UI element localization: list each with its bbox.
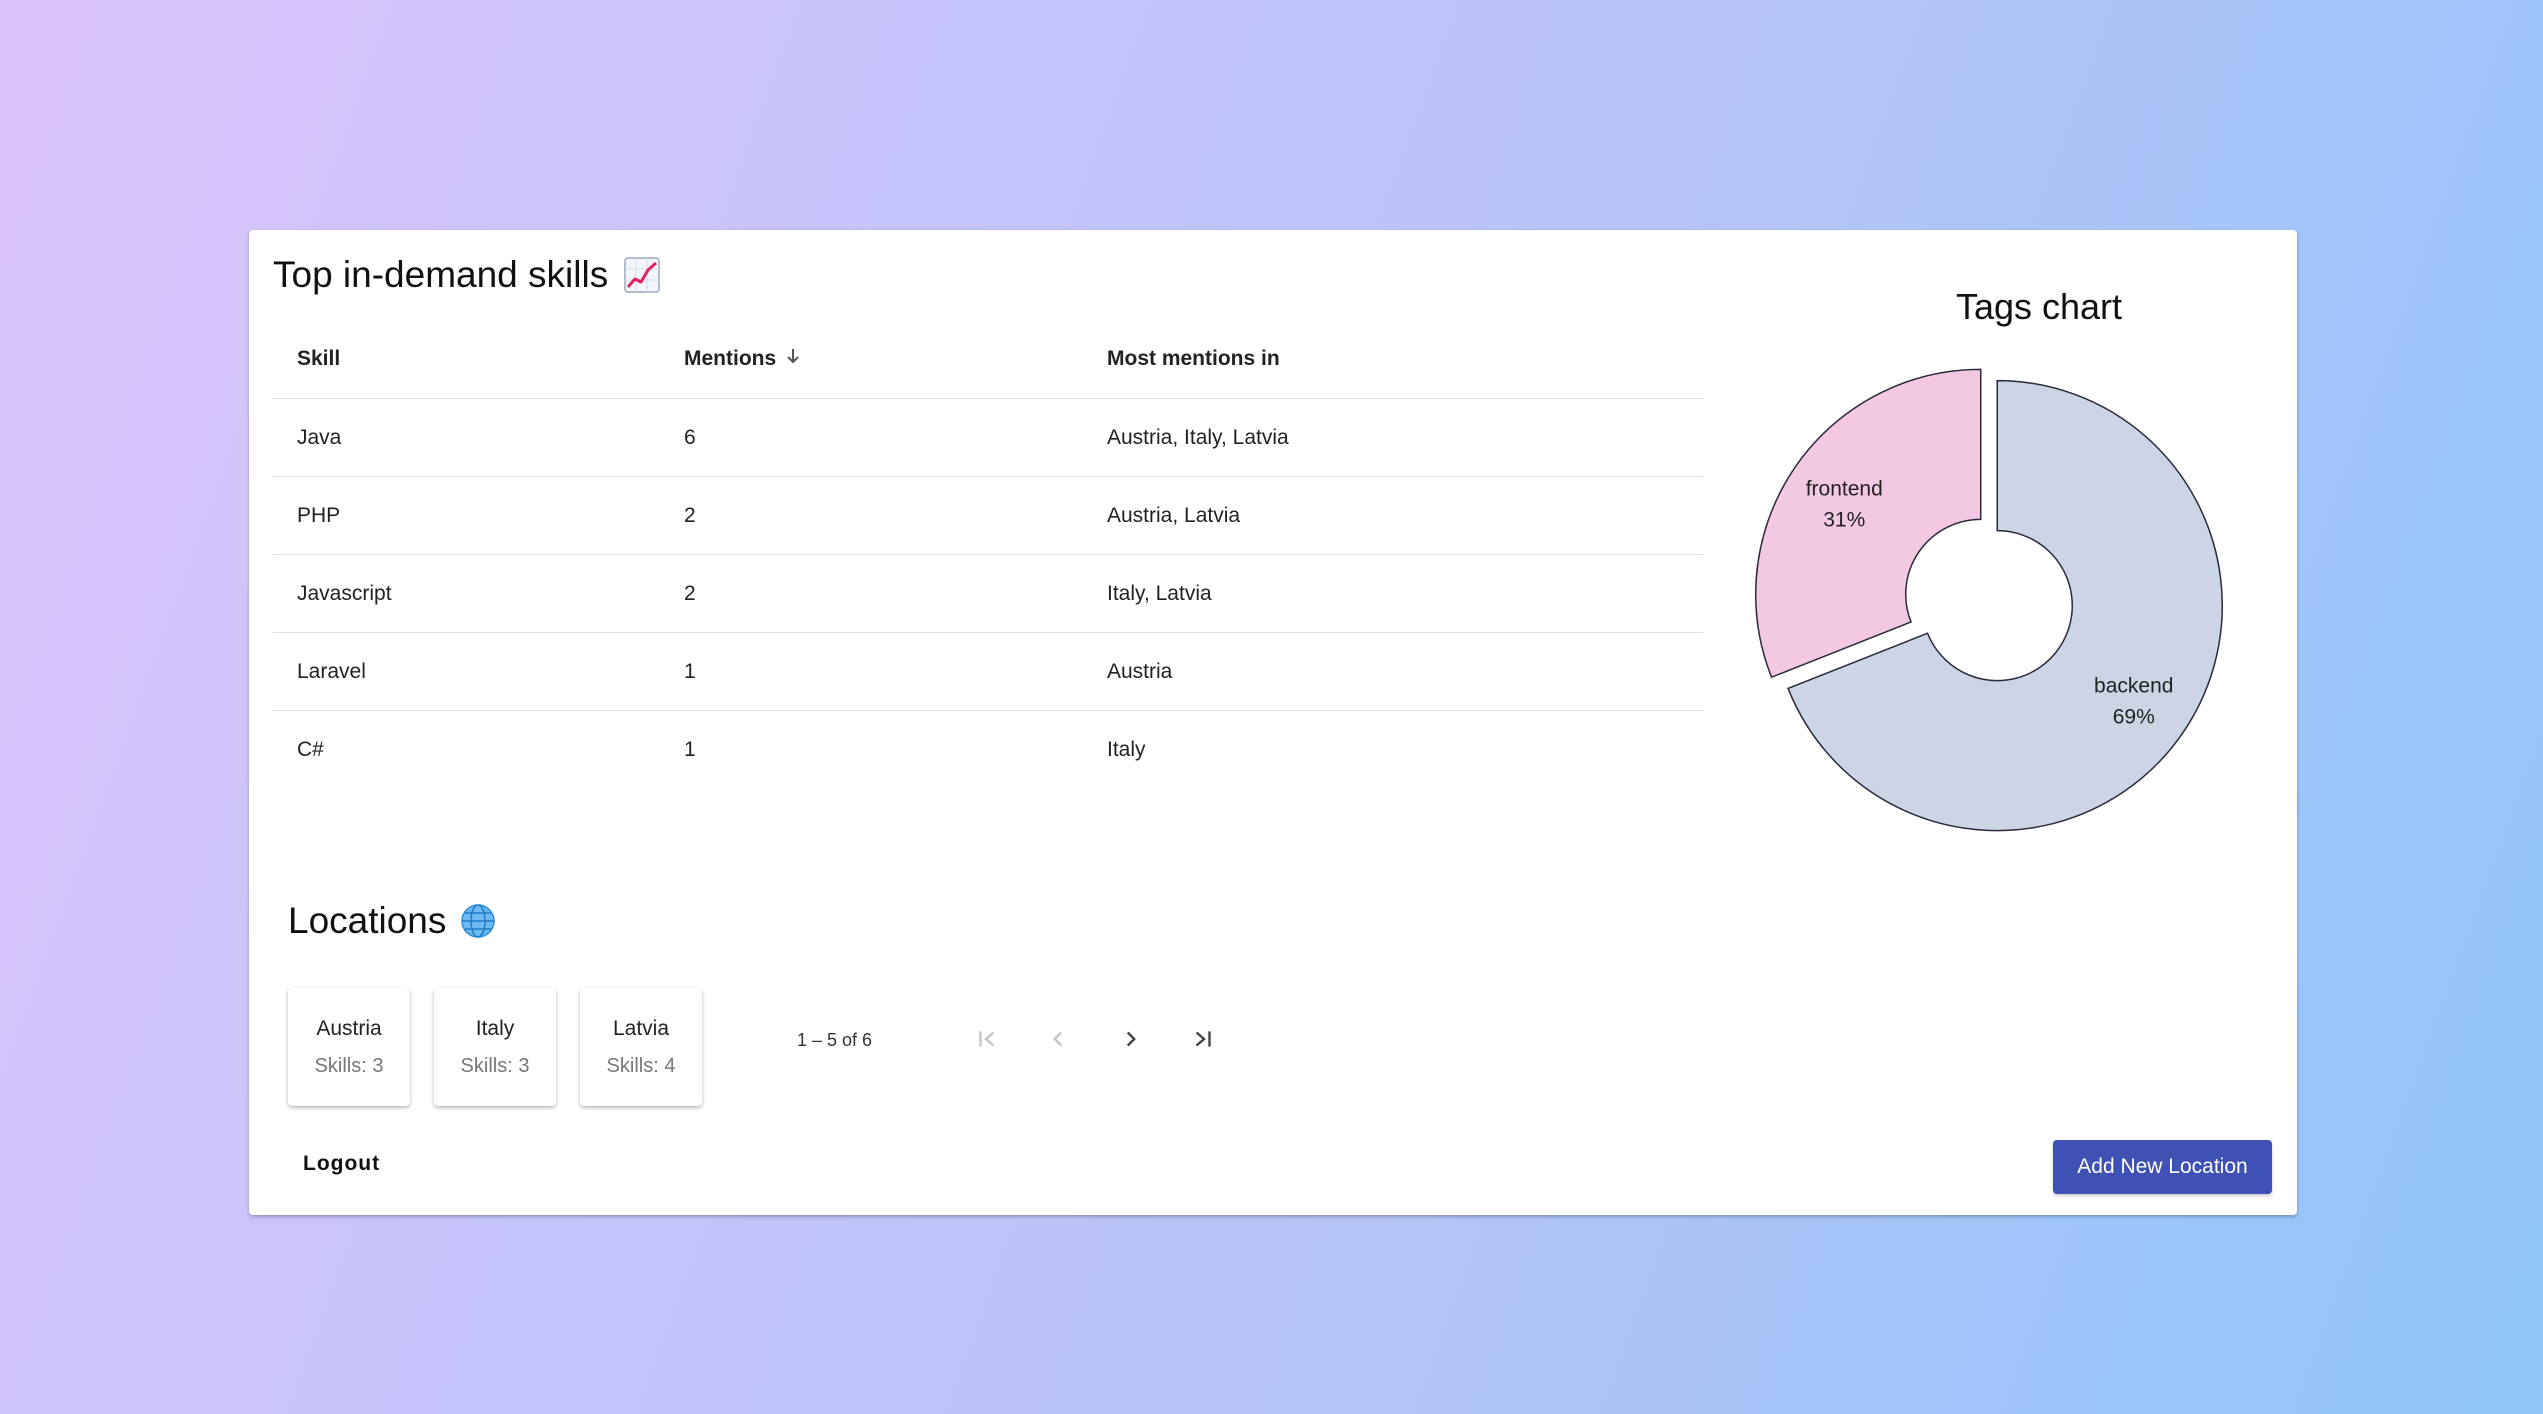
- add-new-location-button[interactable]: Add New Location: [2053, 1140, 2272, 1194]
- locations-list: Austria Skills: 3 Italy Skills: 3 Latvia…: [288, 988, 702, 1106]
- globe-icon: [460, 903, 496, 939]
- location-name: Latvia: [612, 1016, 670, 1040]
- table-header-row: Skill Mentions Most mentions in: [273, 320, 1703, 399]
- column-header-skill[interactable]: Skill: [273, 320, 660, 399]
- next-page-button[interactable]: [1106, 1014, 1156, 1064]
- cell-most-mentions-in: Italy: [1107, 737, 1146, 761]
- column-header-mentions[interactable]: Mentions: [660, 320, 1083, 399]
- cell-mentions: 6: [660, 398, 1083, 477]
- cell-most-mentions-in: Austria, Italy, Latvia: [1083, 398, 1703, 477]
- chevron-left-icon: [1053, 1031, 1063, 1047]
- cell-skill: Javascript: [273, 554, 660, 633]
- first-page-button[interactable]: [962, 1014, 1012, 1064]
- cell-most-mentions-in: Italy, Latvia: [1083, 554, 1703, 633]
- skills-table: Skill Mentions Most mentions in Java 6 A…: [273, 320, 1703, 788]
- table-row: Javascript 2 Italy, Latvia: [273, 554, 1703, 633]
- paginator-range-label: 1 – 5 of 6: [797, 1030, 873, 1050]
- pie-percent-frontend: 31%: [1823, 509, 1865, 532]
- location-card-latvia[interactable]: Latvia Skills: 4: [580, 988, 702, 1106]
- tags-pie-chart: backend 69% frontend 31%: [1754, 368, 2223, 832]
- location-skills-count: Skills: 3: [460, 1054, 530, 1077]
- pie-label-frontend: frontend: [1806, 478, 1883, 501]
- chart-title: Tags chart: [1955, 286, 2123, 327]
- cell-skill: Java: [273, 398, 660, 477]
- sort-descending-icon[interactable]: [784, 347, 802, 371]
- table-row: PHP 2 Austria, Latvia: [273, 476, 1703, 555]
- cell-skill: C#: [297, 737, 324, 761]
- cell-most-mentions-in: Austria, Latvia: [1083, 476, 1703, 555]
- first-page-icon: [979, 1031, 995, 1047]
- skills-title-text: Top in-demand skills: [273, 254, 609, 295]
- location-name: Austria: [316, 1016, 382, 1040]
- location-card-austria[interactable]: Austria Skills: 3: [288, 988, 410, 1106]
- cell-mentions: 1: [684, 737, 696, 761]
- location-skills-count: Skills: 4: [606, 1054, 676, 1077]
- last-page-button[interactable]: [1178, 1014, 1228, 1064]
- column-header-most-mentions-in[interactable]: Most mentions in: [1083, 320, 1703, 399]
- table-row: Java 6 Austria, Italy, Latvia: [273, 398, 1703, 477]
- cell-skill: PHP: [273, 476, 660, 555]
- chart-increasing-icon: [624, 257, 660, 293]
- previous-page-button[interactable]: [1033, 1014, 1083, 1064]
- logout-button[interactable]: Logout: [303, 1152, 380, 1176]
- pie-label-backend: backend: [2094, 674, 2173, 697]
- location-card-italy[interactable]: Italy Skills: 3: [434, 988, 556, 1106]
- locations-title-text: Locations: [288, 900, 447, 941]
- cell-most-mentions-in: Austria: [1083, 632, 1703, 711]
- pie-slice-frontend[interactable]: [1754, 368, 1982, 679]
- pie-percent-backend: 69%: [2113, 705, 2155, 728]
- dashboard-card: Top in-demand skills Skill Mentions Most…: [249, 230, 2297, 1215]
- table-row: C# 1 Italy: [273, 711, 1703, 789]
- location-name: Italy: [475, 1016, 515, 1040]
- last-page-icon: [1195, 1031, 1211, 1047]
- cell-skill: Laravel: [273, 632, 660, 711]
- locations-title: Locations: [288, 900, 496, 942]
- skills-title: Top in-demand skills: [273, 254, 660, 296]
- cell-mentions: 2: [660, 476, 1083, 555]
- location-skills-count: Skills: 3: [314, 1054, 384, 1077]
- chevron-right-icon: [1126, 1031, 1136, 1047]
- cell-mentions: 1: [660, 632, 1083, 711]
- cell-mentions: 2: [660, 554, 1083, 633]
- table-row: Laravel 1 Austria: [273, 632, 1703, 711]
